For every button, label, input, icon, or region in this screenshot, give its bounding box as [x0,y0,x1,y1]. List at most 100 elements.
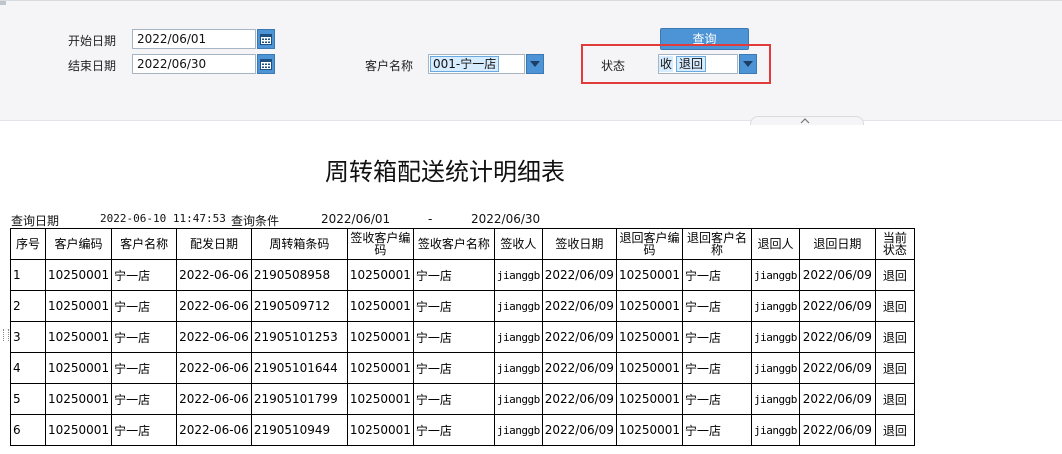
column-header: 签收日期 [541,228,617,260]
end-date-calendar-button[interactable] [257,54,275,74]
cell-return-customer-code: 10250001 [615,352,684,384]
cell-status: 退回 [874,321,915,353]
customer-dropdown-button[interactable] [526,54,544,74]
cell-dispatch-date: 2022-06-06 [176,352,252,384]
cell-sign-customer-name: 宁一店 [412,383,495,415]
query-date-label: 查询日期 [11,214,60,228]
column-header: 配发日期 [176,228,252,260]
cell-sign-date: 2022/06/09 [541,352,617,384]
cell-dispatch-date: 2022-06-06 [176,259,252,291]
cell-signer: jianggb [493,321,543,353]
cell-return-date: 2022/06/09 [798,321,876,353]
column-header: 客户名称 [111,228,178,260]
table-row[interactable]: 5 10250001 宁一店 2022-06-06 21905101799 1025000… [10,383,915,415]
table-header-row: 序号 客户编码 客户名称 配发日期 周转箱条码 签收客户编码 签收客户名称 签收… [10,228,915,260]
cell-sign-date: 2022/06/09 [541,259,617,291]
cell-status: 退回 [874,383,915,415]
cell-signer: jianggb [493,290,543,322]
cell-dispatch-date: 2022-06-06 [176,414,252,446]
report-table: 序号 客户编码 客户名称 配发日期 周转箱条码 签收客户编码 签收客户名称 签收… [10,228,915,446]
table-row[interactable]: 6 10250001 宁一店 2022-06-06 2190510949 10250001… [10,414,915,446]
cell-box-barcode: 2190508958 [250,259,348,291]
query-condition-end: 2022/06/30 [471,212,541,226]
cell-return-customer-name: 宁一店 [682,352,753,384]
cell-customer-code: 10250001 [44,290,113,322]
start-date-label: 开始日期 [68,34,117,48]
customer-select[interactable]: 001-宁一店 [428,54,525,74]
cell-index: 5 [10,383,46,415]
cell-return-customer-code: 10250001 [615,259,684,291]
cell-customer-name: 宁一店 [111,259,178,291]
calendar-icon [260,59,272,70]
cell-index: 6 [10,414,46,446]
cell-sign-customer-code: 10250001 [346,414,414,446]
cell-return-customer-code: 10250001 [615,321,684,353]
cell-customer-name: 宁一店 [111,290,178,322]
cell-sign-customer-code: 10250001 [346,321,414,353]
start-date-calendar-button[interactable] [257,29,275,49]
column-header: 序号 [10,228,46,260]
start-date-input[interactable]: 2022/06/01 [132,29,256,49]
report-title: 周转箱配送统计明细表 [325,158,565,186]
column-header: 客户编码 [44,228,113,260]
column-header: 当前状态 [874,228,915,260]
cell-returner: jianggb [751,414,800,446]
chevron-up-icon [800,118,810,124]
cell-return-customer-name: 宁一店 [682,414,753,446]
calendar-icon [260,34,272,45]
table-row[interactable]: 3 10250001 宁一店 2022-06-06 21905101253 1025000… [10,321,915,353]
end-date-input[interactable]: 2022/06/30 [132,54,256,74]
cell-customer-code: 10250001 [44,259,113,291]
cell-returner: jianggb [751,290,800,322]
cell-customer-name: 宁一店 [111,383,178,415]
cell-sign-customer-code: 10250001 [346,259,414,291]
cell-dispatch-date: 2022-06-06 [176,290,252,322]
query-condition-separator: - [428,212,433,226]
table-row[interactable]: 1 10250001 宁一店 2022-06-06 2190508958 10250001… [10,259,915,291]
column-header: 签收客户编码 [346,228,414,260]
chevron-down-icon [530,61,540,67]
cell-sign-customer-name: 宁一店 [412,352,495,384]
cell-box-barcode: 21905101644 [250,352,348,384]
cell-customer-code: 10250001 [44,414,113,446]
column-header: 周转箱条码 [250,228,348,260]
cell-return-customer-name: 宁一店 [682,321,753,353]
cell-status: 退回 [874,414,915,446]
row-resize-handle[interactable] [3,329,9,341]
customer-label: 客户名称 [365,59,414,73]
cell-returner: jianggb [751,352,800,384]
cell-returner: jianggb [751,259,800,291]
column-header: 退回客户名称 [682,228,753,260]
column-header: 退回客户编码 [615,228,684,260]
cell-sign-customer-code: 10250001 [346,352,414,384]
cell-return-date: 2022/06/09 [798,414,876,446]
cell-return-customer-code: 10250001 [615,383,684,415]
cell-box-barcode: 21905101799 [250,383,348,415]
cell-return-customer-name: 宁一店 [682,383,753,415]
column-header: 签收人 [493,228,543,260]
customer-selected-value: 001-宁一店 [430,56,500,72]
cell-sign-customer-code: 10250001 [346,383,414,415]
status-highlight-box [581,44,771,84]
cell-sign-customer-name: 宁一店 [412,259,495,291]
cell-sign-date: 2022/06/09 [541,290,617,322]
cell-status: 退回 [874,290,915,322]
cell-box-barcode: 21905101253 [250,321,348,353]
table-row[interactable]: 4 10250001 宁一店 2022-06-06 21905101644 1025000… [10,352,915,384]
cell-sign-customer-name: 宁一店 [412,290,495,322]
cell-returner: jianggb [751,383,800,415]
filter-panel: 开始日期 2022/06/01 结束日期 2022/06/30 客户名称 001… [0,0,1062,121]
table-row[interactable]: 2 10250001 宁一店 2022-06-06 2190509712 10250001… [10,290,915,322]
cell-customer-name: 宁一店 [111,321,178,353]
cell-return-date: 2022/06/09 [798,352,876,384]
cell-return-customer-code: 10250001 [615,414,684,446]
column-header: 退回人 [751,228,800,260]
cell-return-date: 2022/06/09 [798,259,876,291]
cell-status: 退回 [874,259,915,291]
cell-sign-customer-code: 10250001 [346,290,414,322]
cell-index: 4 [10,352,46,384]
cell-return-customer-code: 10250001 [615,290,684,322]
column-header: 签收客户名称 [412,228,495,260]
column-header: 退回日期 [798,228,876,260]
cell-sign-customer-name: 宁一店 [412,321,495,353]
